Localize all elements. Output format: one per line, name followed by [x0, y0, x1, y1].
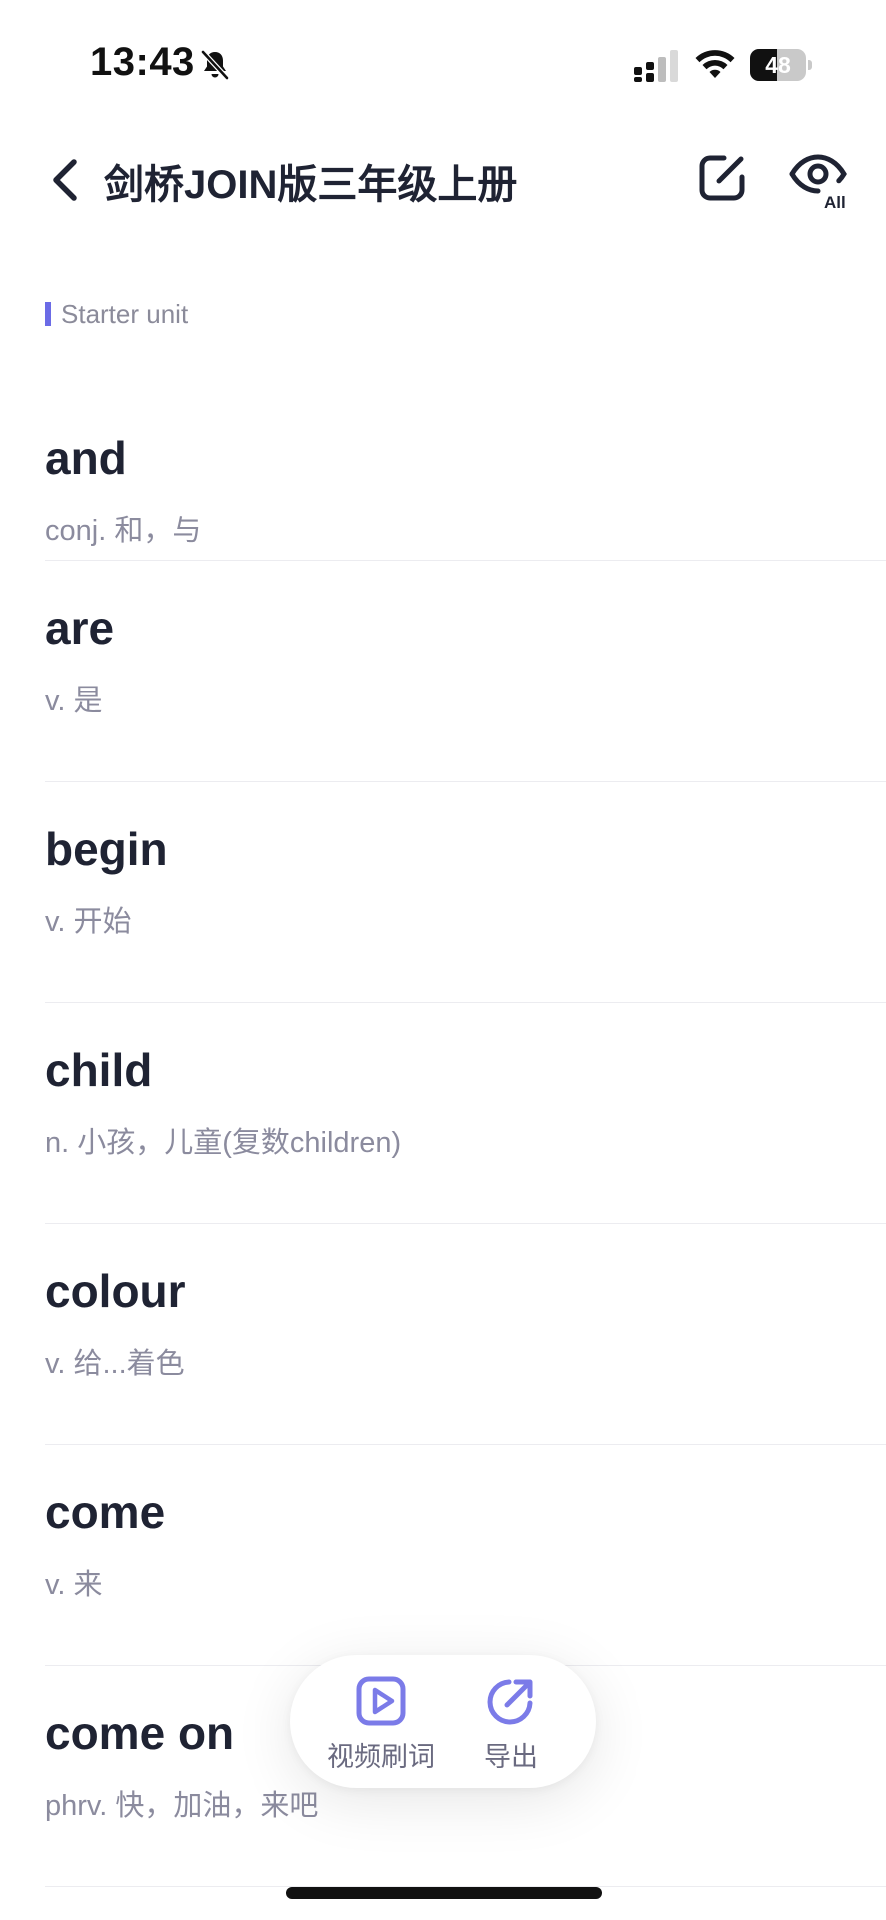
word-item[interactable]: come v. 来 — [45, 1445, 886, 1666]
chevron-left-icon[interactable] — [44, 154, 88, 206]
section-label: Starter unit — [61, 298, 189, 329]
word-definition: phrv. 快，加油，来吧 — [45, 1790, 319, 1822]
word-term: child — [45, 1044, 153, 1096]
word-definition: v. 给...着色 — [45, 1348, 185, 1380]
word-definition: conj. 和，与 — [45, 515, 202, 547]
home-indicator[interactable] — [286, 1887, 602, 1899]
word-definition: n. 小孩，儿童(复数children) — [45, 1127, 402, 1159]
wifi-icon — [695, 50, 735, 78]
word-definition: v. 来 — [45, 1569, 103, 1601]
video-review-label: 视频刷词 — [327, 1742, 435, 1772]
word-definition: v. 开始 — [45, 906, 132, 938]
edit-square-icon[interactable] — [694, 150, 750, 206]
word-list: Starter unit and conj. 和，与 are v. 是 begi… — [45, 288, 886, 1887]
word-item[interactable]: child n. 小孩，儿童(复数children) — [45, 1003, 886, 1224]
floating-action-bar: 视频刷词 导出 — [290, 1655, 596, 1788]
video-play-icon — [356, 1676, 406, 1726]
word-term: and — [45, 432, 127, 484]
section-marker — [45, 302, 51, 326]
video-review-button[interactable]: 视频刷词 — [326, 1675, 436, 1774]
section-header: Starter unit — [45, 288, 886, 340]
battery-level: 48 — [765, 52, 791, 78]
share-out-icon — [487, 1679, 533, 1725]
cellular-signal-icon — [634, 50, 678, 82]
word-term: begin — [45, 823, 168, 875]
export-button[interactable]: 导出 — [466, 1675, 556, 1774]
word-item[interactable]: colour v. 给...着色 — [45, 1224, 886, 1445]
status-bar: 13:43 48 — [0, 0, 886, 110]
eye-all-icon[interactable]: All — [788, 150, 850, 210]
word-item[interactable]: begin v. 开始 — [45, 782, 886, 1003]
bell-muted-icon — [201, 50, 229, 80]
status-time: 13:43 — [90, 40, 195, 84]
svg-text:All: All — [824, 193, 846, 210]
battery-icon: 48 — [750, 49, 812, 81]
word-term: are — [45, 602, 115, 654]
word-definition: v. 是 — [45, 685, 103, 717]
export-label: 导出 — [484, 1742, 538, 1772]
page-title: 剑桥JOIN版三年级上册 — [104, 163, 518, 207]
word-item[interactable]: are v. 是 — [45, 561, 886, 782]
word-term: come — [45, 1486, 166, 1538]
word-item[interactable]: and conj. 和，与 — [45, 340, 886, 561]
nav-bar: 剑桥JOIN版三年级上册 All — [0, 130, 886, 230]
word-term: come on — [45, 1707, 235, 1759]
word-term: colour — [45, 1265, 186, 1317]
